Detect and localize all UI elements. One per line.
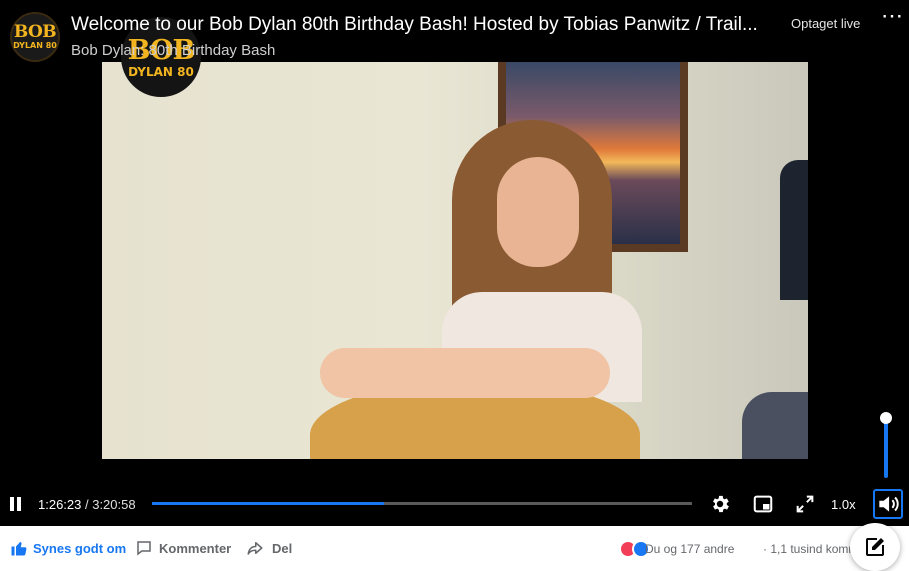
video-player[interactable]: BOB DYLAN 80 BOB DYLAN 80 Welcome to our… [0,0,909,526]
video-frame[interactable] [102,62,808,459]
thumbs-up-icon [11,541,27,556]
settings-gear-icon[interactable] [709,493,731,515]
share-button[interactable]: Del [245,541,292,556]
avatar-line1: BOB [13,22,57,42]
picture-in-picture-icon[interactable] [752,493,774,515]
background-sofa [742,392,808,459]
comment-label: Kommenter [159,541,232,556]
time-separator: / [81,497,93,512]
overlay-logo-line2: DYLAN 80 [128,64,194,79]
video-title[interactable]: Welcome to our Bob Dylan 80th Birthday B… [71,14,771,36]
compose-button[interactable] [850,523,900,571]
playback-speed[interactable]: 1.0x [831,497,856,512]
volume-track [884,416,888,478]
progress-bar[interactable] [152,502,692,505]
background-stand [780,160,808,300]
page-name[interactable]: Bob Dylan: 80th Birthday Bash [71,42,275,59]
time-readout: 1:26:23 / 3:20:58 [38,497,136,512]
volume-icon[interactable] [873,489,903,519]
pause-icon[interactable] [9,497,23,511]
like-button[interactable]: Synes godt om [9,541,126,556]
live-status: Optaget live [791,16,861,31]
performer-arms [320,348,610,398]
edit-icon [866,538,884,556]
duration: 3:20:58 [92,497,136,512]
volume-slider[interactable] [880,412,892,480]
control-bar: 1:26:23 / 3:20:58 1.0x [0,482,909,526]
action-bar: Synes godt om Kommenter Del Du og 177 an… [0,526,909,571]
progress-fill [152,502,385,505]
video-header: BOB DYLAN 80 Welcome to our Bob Dylan 80… [0,0,909,62]
reactions-count[interactable]: Du og 177 andre [645,542,734,556]
current-time: 1:26:23 [38,497,82,512]
ellipsis-icon[interactable]: ⋯ [878,4,906,32]
comment-icon [137,541,151,556]
performer-face [497,157,579,267]
volume-knob[interactable] [880,412,892,424]
share-label: Del [272,541,293,556]
like-label: Synes godt om [33,541,127,556]
share-icon [247,542,263,555]
fullscreen-icon[interactable] [794,493,816,515]
avatar-line2: DYLAN 80 [13,41,57,50]
page-avatar[interactable]: BOB DYLAN 80 [10,12,60,62]
comment-button[interactable]: Kommenter [135,541,231,556]
